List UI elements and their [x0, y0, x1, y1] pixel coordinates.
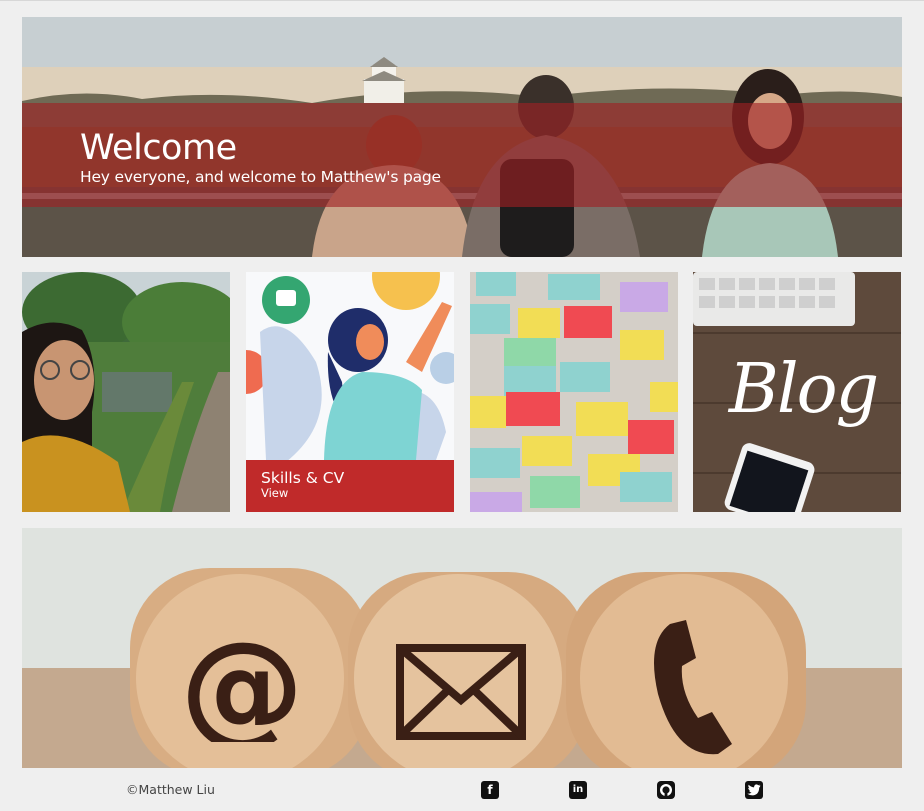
hero-title: Welcome — [80, 128, 237, 168]
hero-banner: Welcome Hey everyone, and welcome to Mat… — [22, 17, 902, 257]
twitter-icon[interactable] — [745, 781, 763, 799]
notes-tile[interactable] — [470, 272, 678, 512]
envelope-icon — [396, 644, 526, 740]
at-sign-icon: @ — [180, 632, 304, 742]
phone-icon — [654, 620, 732, 755]
blog-tile[interactable]: Blog — [693, 272, 901, 512]
github-icon[interactable] — [657, 781, 675, 799]
portrait-photo — [22, 272, 230, 512]
portrait-tile[interactable] — [22, 272, 230, 512]
footer-copyright: ©Matthew Liu — [126, 782, 215, 797]
skills-tile[interactable]: Skills & CV View — [246, 272, 454, 512]
linkedin-icon[interactable]: in — [569, 781, 587, 799]
blog-title: Blog — [728, 350, 879, 429]
facebook-icon[interactable]: f — [481, 781, 499, 799]
skills-title: Skills & CV — [261, 469, 345, 487]
skills-caption[interactable]: Skills & CV View — [246, 460, 454, 512]
sticky-notes-photo — [470, 272, 678, 512]
contact-banner: @ — [22, 528, 902, 768]
skills-view-link[interactable]: View — [261, 487, 454, 499]
hero-subtitle: Hey everyone, and welcome to Matthew's p… — [80, 168, 441, 186]
svg-text:@: @ — [180, 632, 304, 742]
